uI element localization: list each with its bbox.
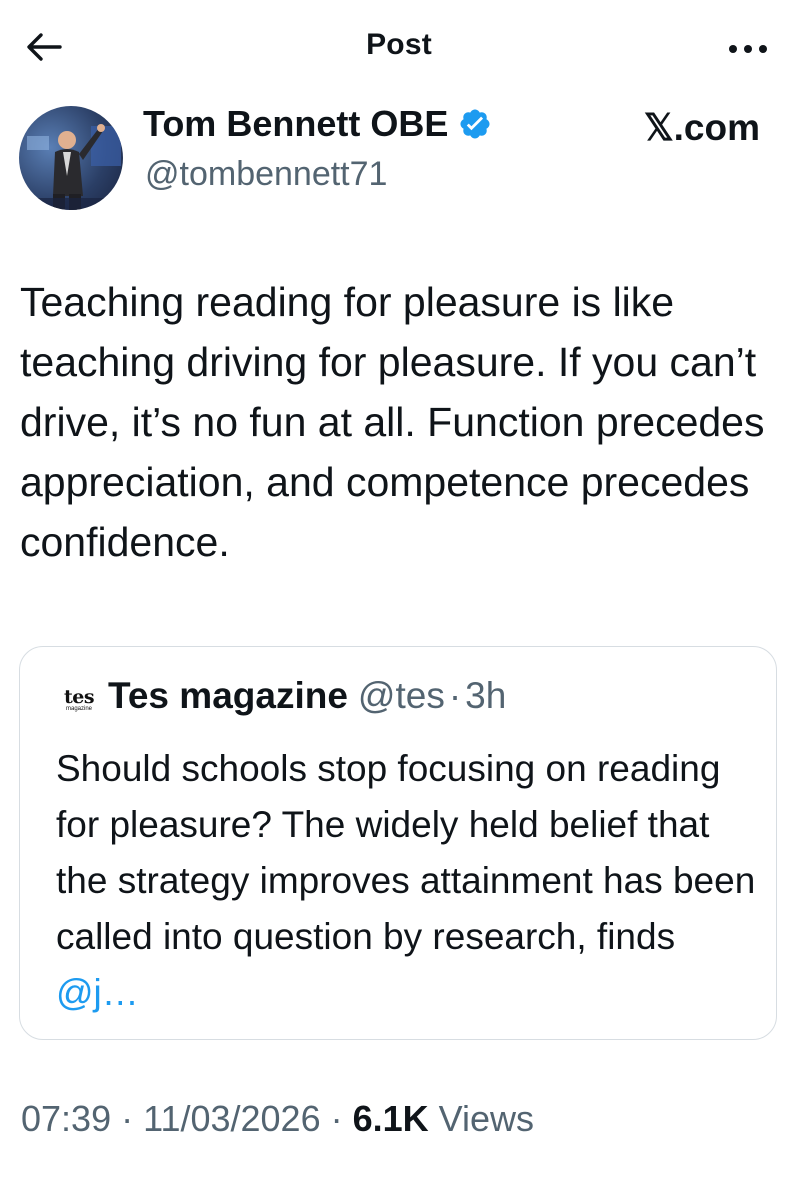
quote-header: Tes magazine @tes · 3h <box>108 675 506 717</box>
author-avatar[interactable] <box>19 106 123 210</box>
more-horizontal-icon <box>729 45 767 53</box>
meta-separator: · <box>111 1098 144 1139</box>
page-title: Post <box>366 28 432 61</box>
post-time: 07:39 <box>21 1098 112 1139</box>
quote-timestamp: 3h <box>465 675 507 716</box>
author-handle[interactable]: @tombennett71 <box>145 155 387 194</box>
quote-author-handle: @tes <box>357 675 445 716</box>
tes-logo-text: tes <box>63 685 95 708</box>
quote-text: Should schools stop focusing on reading … <box>56 741 756 1021</box>
avatar-photo <box>19 106 123 210</box>
post-page: Post Tom Bennett OBE @tombennett71 𝕏.com… <box>0 0 798 1200</box>
author-name-text: Tom Bennett OBE <box>143 103 449 144</box>
verified-badge-icon <box>458 107 492 141</box>
post-meta: 07:39 · 11/03/2026 · 6.1K Views <box>21 1098 534 1140</box>
author-name[interactable]: Tom Bennett OBE <box>143 103 492 145</box>
quote-mention-link[interactable]: @j… <box>56 972 139 1013</box>
meta-separator-2: · <box>320 1098 353 1139</box>
views-label: Views <box>428 1098 535 1139</box>
more-options-button[interactable] <box>726 34 770 64</box>
quote-avatar: tes magazine <box>58 679 100 721</box>
views-count[interactable]: 6.1K <box>353 1098 429 1139</box>
quote-body: Should schools stop focusing on reading … <box>56 748 756 957</box>
quoted-post-card[interactable]: tes magazine Tes magazine @tes · 3h Shou… <box>19 646 777 1040</box>
post-text: Teaching reading for pleasure is like te… <box>20 279 765 565</box>
tes-logo-subtext: magazine <box>65 705 92 712</box>
quote-separator: · <box>448 675 462 716</box>
quote-author-name: Tes magazine <box>108 675 348 716</box>
post-date: 11/03/2026 <box>143 1098 321 1139</box>
source-watermark: 𝕏.com <box>643 107 760 148</box>
top-bar: Post <box>0 0 798 96</box>
